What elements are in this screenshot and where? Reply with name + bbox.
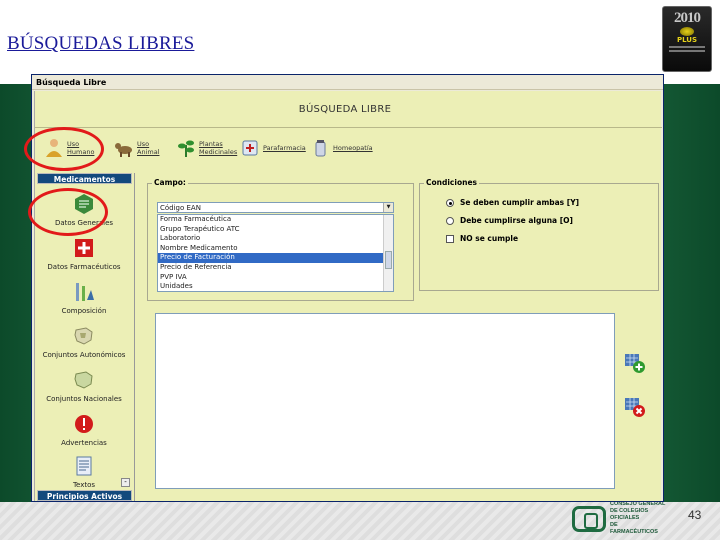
cgcof-mark-icon — [572, 505, 606, 532]
checkbox[interactable] — [446, 234, 454, 243]
toolbar-human-use[interactable]: Uso Humano — [41, 133, 94, 163]
toolbar-parapharmacy[interactable]: Parafarmacia — [237, 133, 306, 163]
human-use-icon — [41, 135, 67, 161]
cgcof-name: CONSEJO GENERAL DE COLEGIOS OFICIALES DE… — [610, 501, 666, 535]
sidebar-item-texts[interactable]: Textos — [35, 453, 133, 489]
national-sets-icon — [71, 367, 97, 393]
cgcof-logo: CONSEJO GENERAL DE COLEGIOS OFICIALES DE… — [572, 501, 666, 536]
slide-title: BÚSQUEDAS LIBRES — [7, 33, 195, 54]
slide: BÚSQUEDAS LIBRES 2010 PLUS CONSEJO GENER… — [0, 0, 720, 540]
window-heading: BÚSQUEDA LIBRE — [298, 104, 392, 115]
list-item[interactable]: Unidades — [158, 282, 393, 291]
sidebar-footer-header[interactable]: Principios Activos — [37, 490, 132, 501]
toolbar-animal-use[interactable]: Uso Animal — [111, 133, 160, 163]
pharma-data-icon — [71, 235, 97, 261]
busqueda-libre-window: Búsqueda Libre BÚSQUEDA LIBRE Uso Humano… — [31, 74, 664, 502]
logo-sub-text: PLUS — [676, 36, 698, 44]
sidebar-item-general-data[interactable]: Datos Generales — [35, 191, 133, 227]
sidebar-item-regional-sets[interactable]: Conjuntos Autonómicos — [35, 323, 133, 359]
sidebar-item-pharma-data[interactable]: Datos Farmacéuticos — [35, 235, 133, 271]
sidebar-header: Medicamentos — [37, 173, 132, 184]
chevron-down-icon[interactable]: ▼ — [383, 203, 393, 212]
condiciones-title: Condiciones — [424, 178, 479, 187]
animal-use-icon — [111, 135, 137, 161]
campo-dropdown[interactable]: Código EAN ▼ — [157, 202, 394, 213]
radio-button[interactable] — [446, 216, 454, 225]
medicamentos-sidebar: Medicamentos Datos Generales Datos Farma… — [35, 173, 135, 501]
sidebar-item-composition[interactable]: Composición — [35, 279, 133, 315]
list-item[interactable]: Precio de Referencia — [158, 263, 393, 273]
add-condition-icon — [624, 352, 646, 378]
logo-big-text: 2010 — [674, 10, 701, 26]
plant-icon — [173, 135, 199, 161]
list-item[interactable]: Nombre Medicamento — [158, 244, 393, 254]
composition-icon — [71, 279, 97, 305]
warning-icon — [71, 411, 97, 437]
sidebar-item-warnings[interactable]: Advertencias — [35, 411, 133, 447]
toolbar-homeopathy[interactable]: Homeopatía — [307, 133, 373, 163]
add-condition-button[interactable] — [623, 353, 647, 377]
general-data-icon — [71, 191, 97, 217]
radio-button[interactable] — [446, 198, 454, 207]
scrollbar-thumb[interactable] — [385, 251, 392, 269]
campo-title: Campo: — [152, 178, 188, 187]
page-number: 43 — [688, 508, 702, 522]
remove-condition-button[interactable] — [623, 397, 647, 421]
texts-icon — [71, 453, 97, 479]
collapse-button[interactable]: - — [121, 478, 130, 487]
category-toolbar: Uso Humano Uso Animal Plantas Medicinale… — [35, 133, 662, 167]
bot-plus-logo: 2010 PLUS — [662, 6, 712, 72]
list-item-selected[interactable]: Precio de Facturación — [158, 253, 393, 263]
window-client: BÚSQUEDA LIBRE Uso Humano Uso Animal Pla… — [34, 91, 662, 501]
list-item[interactable]: Forma Farmacéutica — [158, 215, 393, 225]
list-item[interactable]: PVP IVA — [158, 273, 393, 283]
window-title: Búsqueda Libre — [32, 75, 663, 90]
logo-decoration — [669, 50, 705, 52]
condiciones-group: Condiciones Se deben cumplir ambas [Y] D… — [419, 178, 659, 291]
campo-listbox[interactable]: Forma Farmacéutica Grupo Terapéutico ATC… — [157, 214, 394, 292]
list-item[interactable]: Laboratorio — [158, 234, 393, 244]
lotus-icon — [680, 27, 694, 36]
list-item[interactable]: Grupo Terapéutico ATC — [158, 225, 393, 235]
homeopathy-icon — [307, 135, 333, 161]
sidebar-item-national-sets[interactable]: Conjuntos Nacionales — [35, 367, 133, 403]
toolbar-plants[interactable]: Plantas Medicinales — [173, 133, 237, 163]
checkbox-no-cumple[interactable]: NO se cumple — [446, 234, 518, 243]
list-scrollbar[interactable] — [383, 215, 393, 291]
campo-group: Campo: Código EAN ▼ Forma Farmacéutica G… — [147, 178, 414, 301]
logo-decoration — [669, 46, 705, 48]
remove-condition-icon — [624, 396, 646, 422]
conditions-list-area[interactable] — [155, 313, 615, 489]
campo-selected-value: Código EAN — [160, 204, 201, 212]
radio-ambas[interactable]: Se deben cumplir ambas [Y] — [446, 198, 579, 207]
divider — [35, 127, 662, 128]
radio-alguna[interactable]: Debe cumplirse alguna [O] — [446, 216, 573, 225]
parapharmacy-icon — [237, 135, 263, 161]
regional-sets-icon — [71, 323, 97, 349]
